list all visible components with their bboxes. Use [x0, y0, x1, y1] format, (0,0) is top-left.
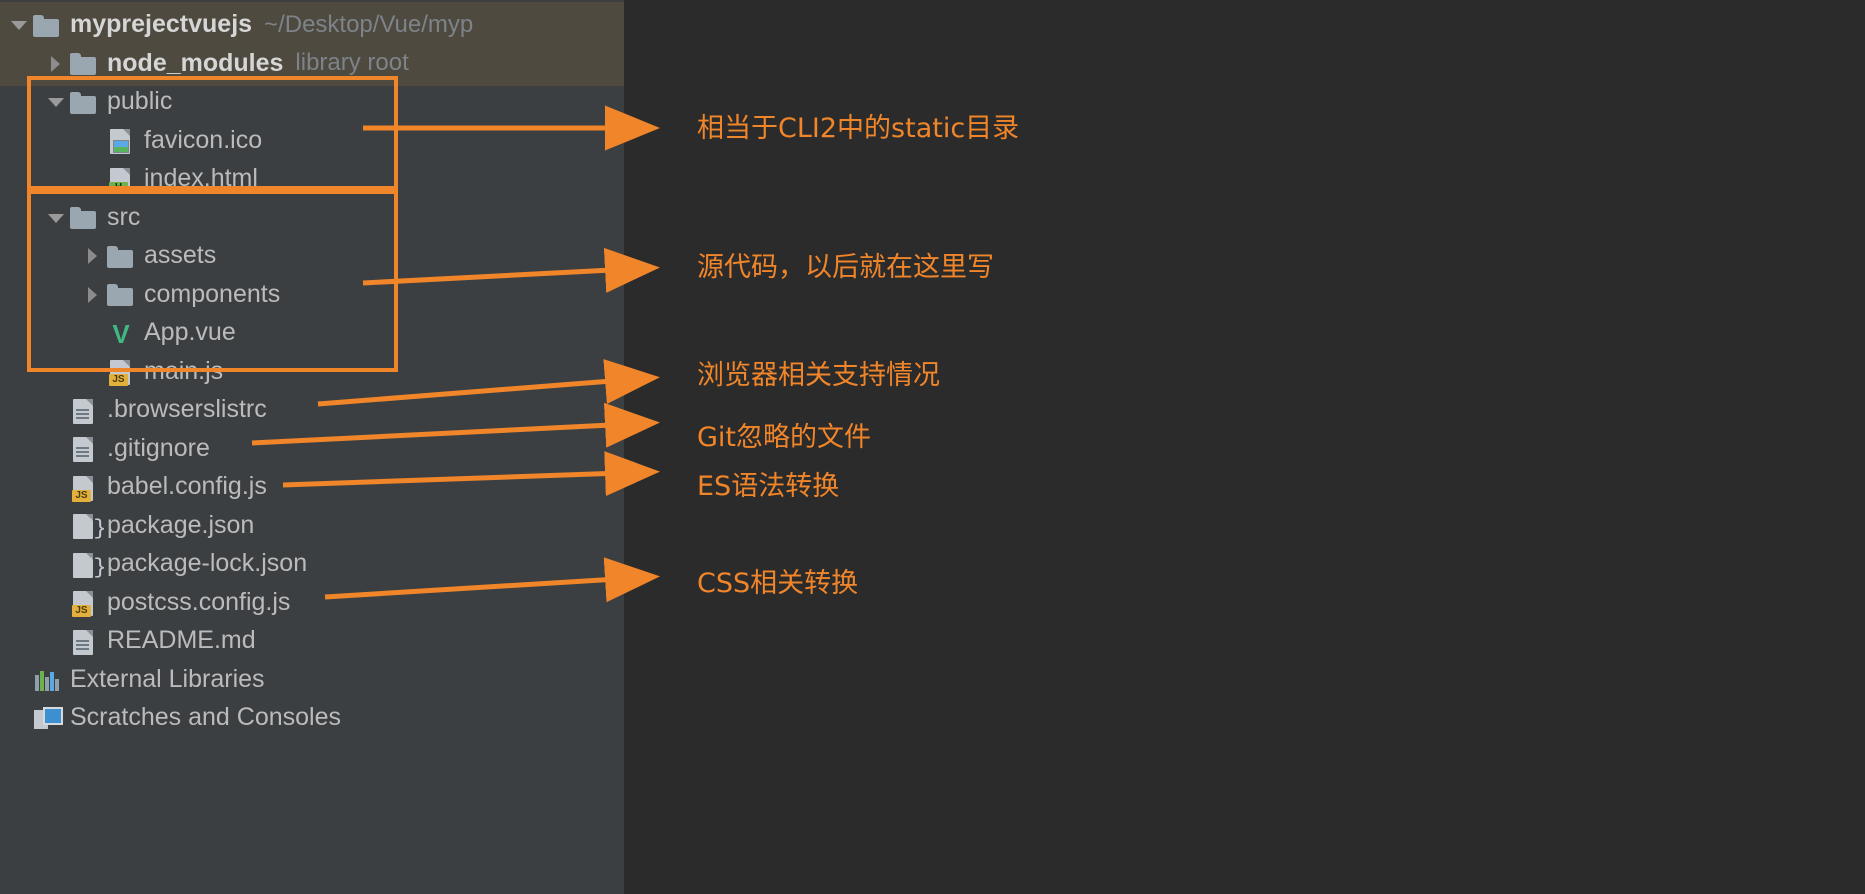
tree-item-label: babel.config.js — [107, 472, 267, 500]
folder-icon — [106, 279, 136, 309]
scratches-icon — [32, 703, 63, 733]
tree-item-label: main.js — [144, 356, 224, 385]
tree-item-label: src — [107, 202, 141, 231]
folder-icon — [69, 202, 99, 232]
tree-item-label: myprejectvuejs — [70, 10, 253, 38]
folder-icon — [32, 10, 62, 40]
text-file-icon — [69, 626, 99, 656]
folder-icon — [69, 48, 99, 78]
tree-item-label: index.html — [144, 164, 258, 192]
json-file-icon: {} — [69, 549, 106, 579]
tree-item-label: components — [144, 279, 281, 308]
js-file-icon: JS — [69, 472, 99, 502]
html-file-icon: H — [106, 164, 136, 194]
tree-item-label: Scratches and Consoles — [70, 703, 341, 731]
annotation-gitignore: Git忽略的文件 — [697, 422, 872, 453]
vue-file-icon: V — [112, 318, 130, 349]
annotation-src: 源代码，以后就在这里写 — [697, 252, 994, 283]
no-toggle-spacer — [6, 695, 32, 740]
tree-item-label: App.vue — [144, 318, 236, 346]
annotation-postcss: CSS相关转换 — [697, 568, 859, 599]
tree-item-label: postcss.config.js — [107, 587, 291, 616]
js-file-icon: JS — [106, 356, 136, 386]
js-file-icon: JS — [69, 587, 99, 617]
tree-item-label: favicon.ico — [144, 125, 263, 154]
tree-item-label: README.md — [107, 626, 256, 654]
tree-item-label: package-lock.json — [107, 549, 308, 577]
tree-item-label: package.json — [107, 510, 255, 539]
json-file-icon: {} — [69, 510, 106, 540]
image-file-icon — [106, 125, 136, 155]
tree-item-label: .gitignore — [107, 433, 210, 462]
annotation-babel: ES语法转换 — [697, 471, 840, 502]
tree-item-label: public — [107, 87, 173, 115]
annotation-public: 相当于CLI2中的static目录 — [697, 113, 1020, 144]
tree-item-hint: library root — [295, 49, 409, 76]
libraries-icon — [32, 664, 62, 694]
folder-icon — [69, 87, 99, 117]
tree-item-hint: ~/Desktop/Vue/myp — [264, 10, 474, 38]
tree-item-label: .browserslistrc — [107, 395, 267, 423]
tree-item-label: assets — [144, 241, 217, 269]
tree-item-label: node_modules — [107, 48, 284, 77]
text-file-icon — [69, 433, 99, 463]
tree-item-scratches-and-consoles[interactable]: Scratches and Consoles — [0, 695, 624, 740]
tree-item-label: External Libraries — [70, 664, 265, 693]
text-file-icon — [69, 395, 99, 425]
folder-icon — [106, 241, 136, 271]
screenshot-root: myprejectvuejs ~/Desktop/Vue/myp node_modu… — [0, 0, 1865, 894]
annotation-browserslistrc: 浏览器相关支持情况 — [697, 360, 940, 391]
